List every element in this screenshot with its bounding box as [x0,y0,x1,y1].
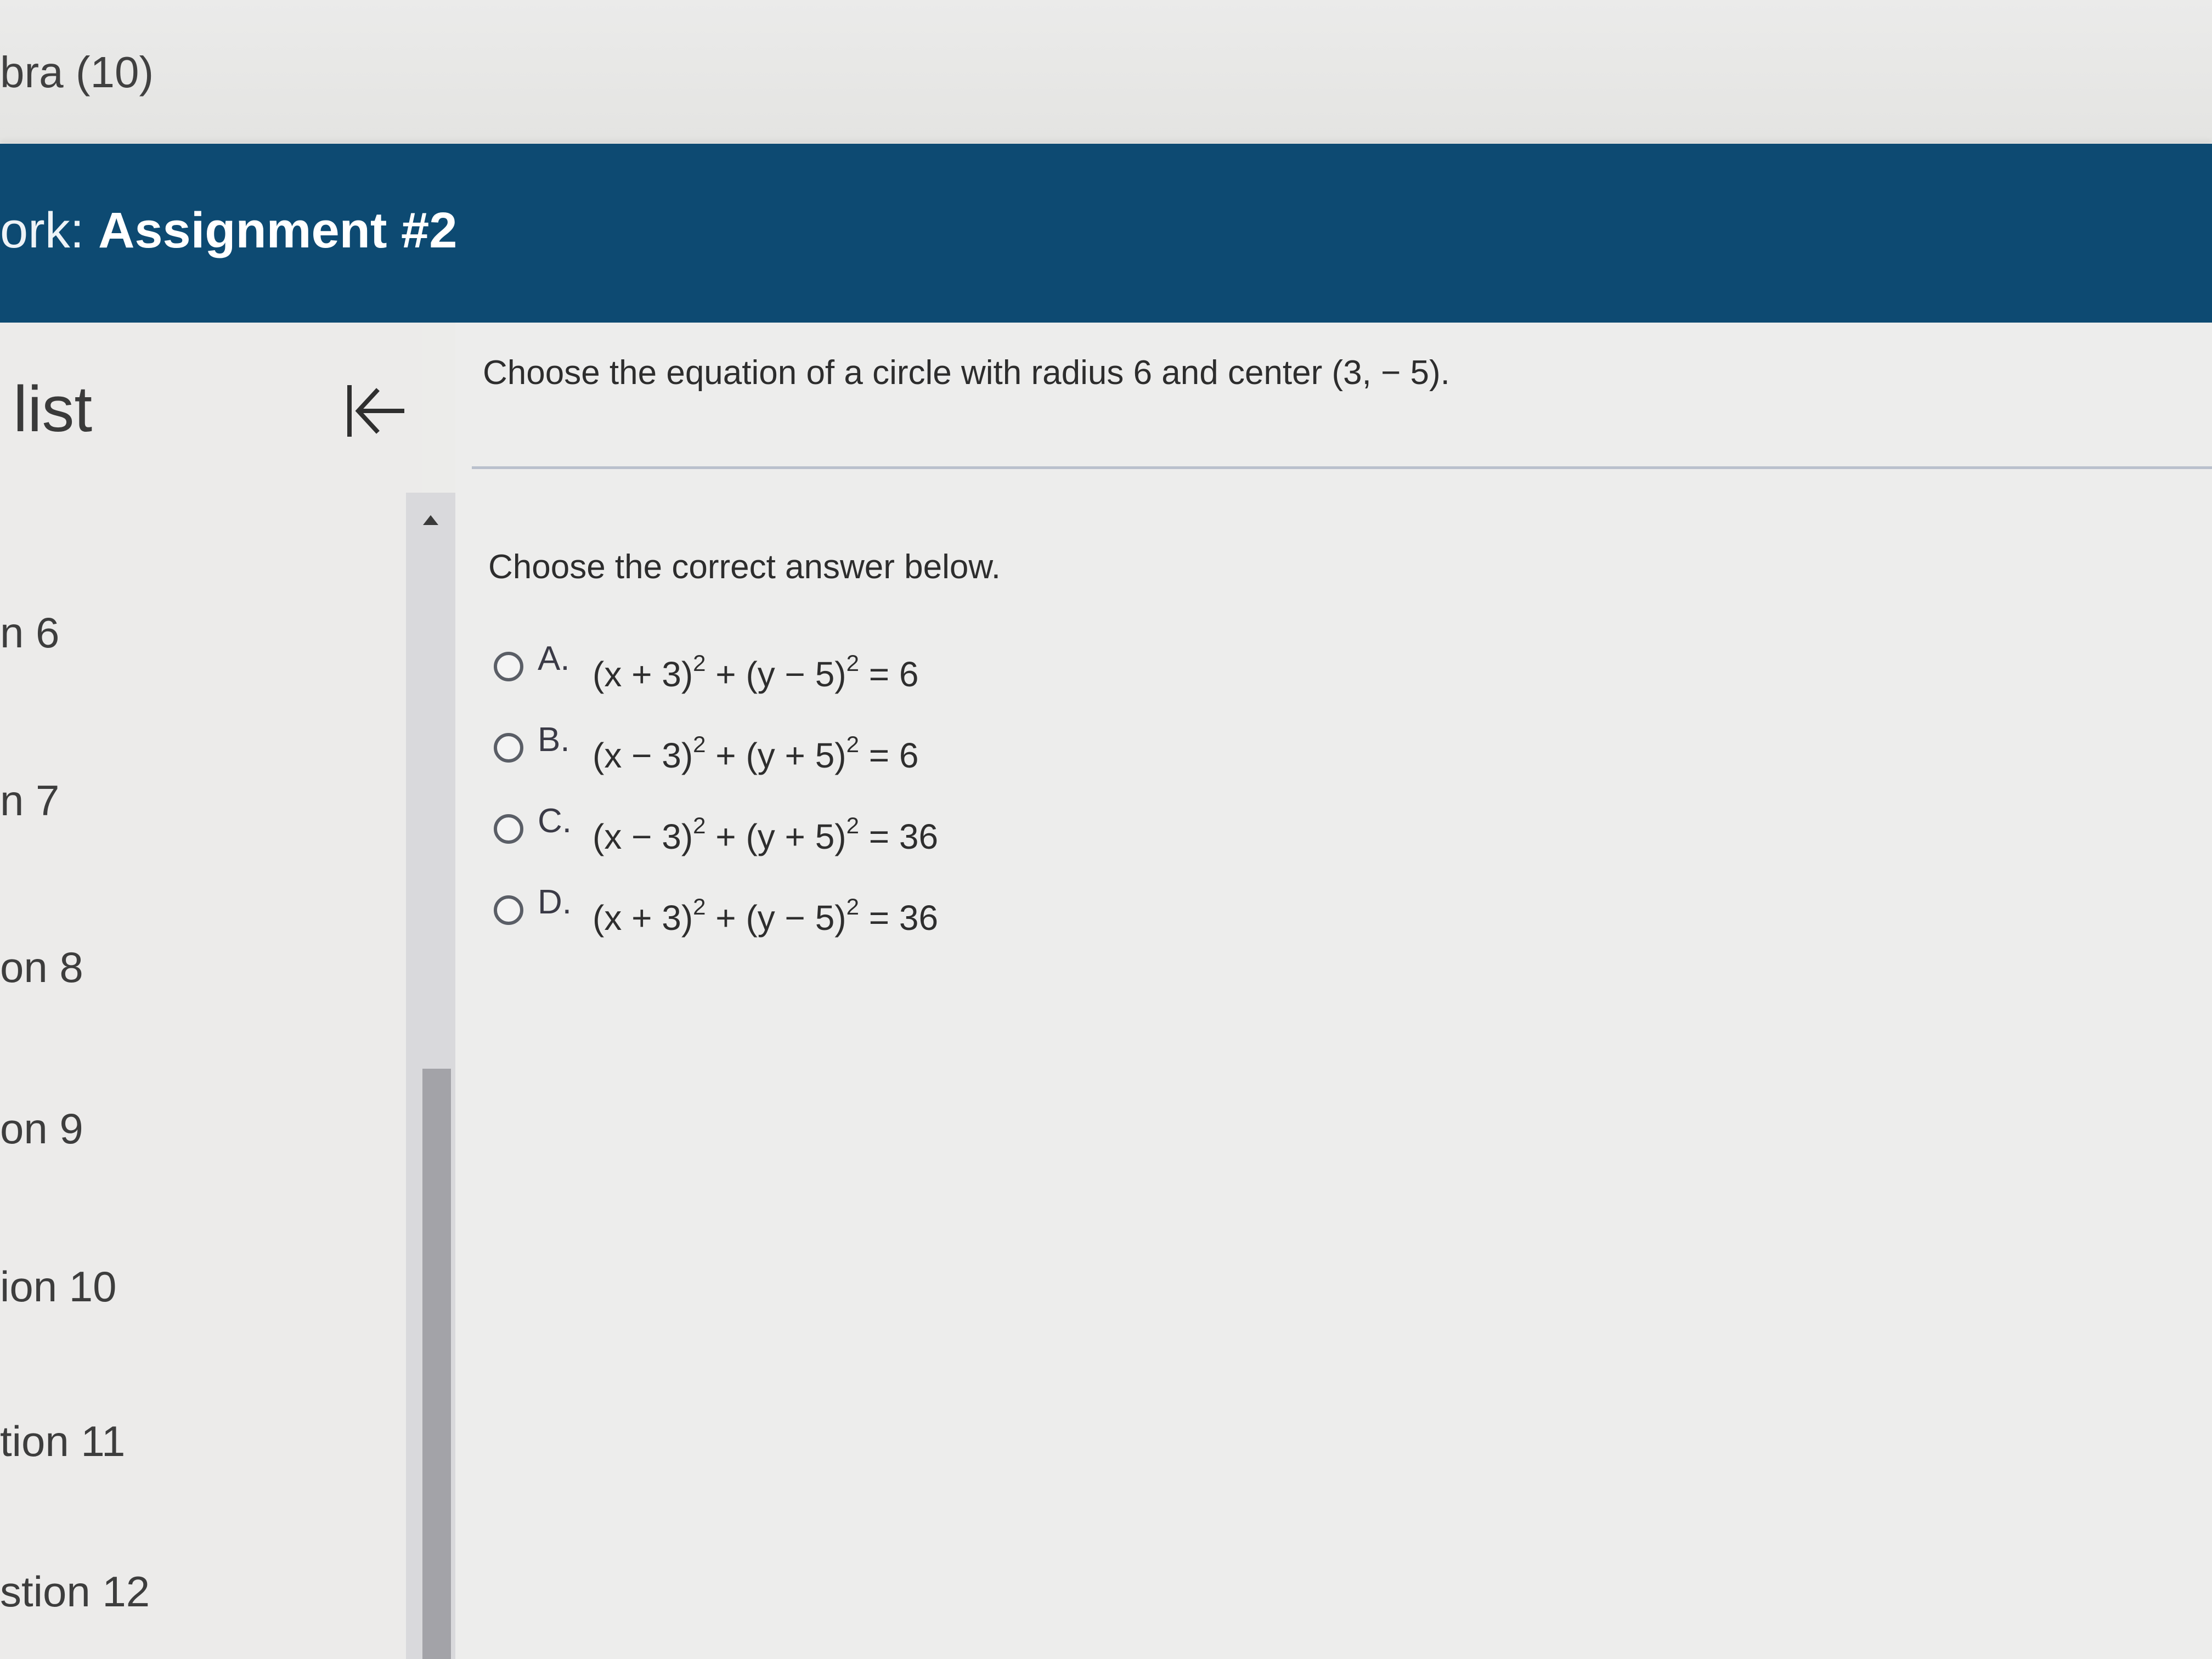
sidebar-heading: list [13,373,93,445]
caret-up-icon [423,515,438,525]
radio-button-a[interactable] [494,652,523,681]
top-bar: bra (10) [0,0,2212,143]
collapse-left-icon [347,385,404,437]
radio-button-b[interactable] [494,733,523,763]
sidebar-item-question-12[interactable]: stion 12 [0,1567,150,1617]
scrollbar-thumb[interactable] [422,1069,451,1659]
answer-option-b[interactable]: B. (x − 3)2 + (y + 5)2 = 6 [494,718,919,778]
option-letter: C. [538,802,572,840]
radio-button-c[interactable] [494,814,523,844]
scroll-up-button[interactable] [406,493,455,548]
answer-option-c[interactable]: C. (x − 3)2 + (y + 5)2 = 36 [494,799,938,859]
sidebar-item-question-10[interactable]: ion 10 [0,1262,117,1312]
assignment-title: ork: Assignment #2 [0,202,457,259]
option-letter: B. [538,720,570,759]
question-list-sidebar: list n 6 n 7 on 8 on 9 ion 10 tion 11 st… [0,323,422,1659]
course-title: bra (10) [0,48,154,97]
collapse-sidebar-button[interactable] [340,375,411,447]
question-prompt: Choose the equation of a circle with rad… [483,354,1450,392]
radio-button-d[interactable] [494,895,523,925]
sidebar-item-question-7[interactable]: n 7 [0,776,59,826]
option-equation: (x − 3)2 + (y + 5)2 = 36 [592,812,939,856]
answer-instruction: Choose the correct answer below. [488,548,1001,586]
divider [472,466,2212,469]
option-letter: A. [538,639,570,678]
option-equation: (x − 3)2 + (y + 5)2 = 6 [592,731,919,775]
sidebar-item-question-11[interactable]: tion 11 [0,1417,125,1466]
option-equation: (x + 3)2 + (y − 5)2 = 36 [592,893,939,938]
sidebar-item-question-8[interactable]: on 8 [0,943,83,992]
assignment-name: Assignment #2 [98,202,458,258]
option-equation: (x + 3)2 + (y − 5)2 = 6 [592,650,919,694]
sidebar-scrollbar[interactable] [406,493,455,1659]
assignment-label: ork: [0,202,84,258]
assignment-header: ork: Assignment #2 [0,144,2212,323]
answer-option-d[interactable]: D. (x + 3)2 + (y − 5)2 = 36 [494,880,938,940]
sidebar-item-question-6[interactable]: n 6 [0,608,59,658]
sidebar-item-question-9[interactable]: on 9 [0,1104,83,1154]
answer-option-a[interactable]: A. (x + 3)2 + (y − 5)2 = 6 [494,636,919,697]
option-letter: D. [538,883,572,921]
question-panel: Choose the equation of a circle with rad… [455,323,2212,1659]
